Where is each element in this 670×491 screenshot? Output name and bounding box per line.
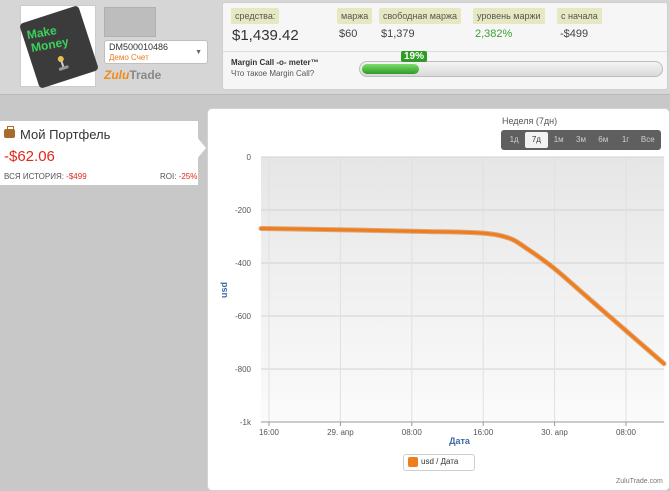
x-tick-label: 08:00 xyxy=(616,428,637,437)
chart-credit[interactable]: ZuluTrade.com xyxy=(616,478,663,485)
x-tick-label: 08:00 xyxy=(402,428,423,437)
x-tick-label: 29. апр xyxy=(327,428,354,437)
y-tick-label: 0 xyxy=(247,153,252,162)
legend-label: usd / Дата xyxy=(421,457,459,467)
chart-legend[interactable]: usd / Дата xyxy=(403,454,475,471)
y-tick-label: -600 xyxy=(235,312,252,321)
x-axis-title: Дата xyxy=(449,436,471,446)
x-tick-label: 16:00 xyxy=(259,428,280,437)
y-axis-title: usd xyxy=(219,282,229,298)
x-tick-label: 30. апр xyxy=(541,428,568,437)
x-tick-label: 16:00 xyxy=(473,428,494,437)
y-tick-label: -200 xyxy=(235,206,252,215)
y-tick-label: -1k xyxy=(240,418,252,427)
y-tick-label: -400 xyxy=(235,259,252,268)
legend-swatch xyxy=(408,457,418,467)
y-tick-label: -800 xyxy=(235,365,252,374)
plot-area xyxy=(261,157,664,422)
equity-chart: 0 -200 -400 -600 -800 -1k 16:00 29. апр 08:00 16:… xyxy=(219,153,667,446)
